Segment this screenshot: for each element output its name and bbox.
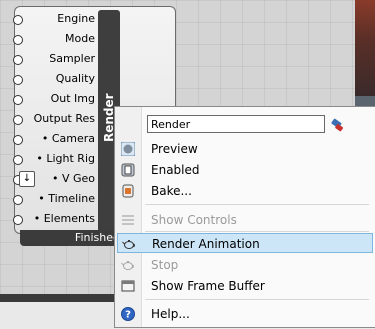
- component-icon: [121, 163, 135, 177]
- input-grip[interactable]: [13, 75, 23, 85]
- canvas-bottom-bar: [0, 294, 132, 302]
- input-grip[interactable]: [13, 135, 23, 145]
- input-grip[interactable]: [13, 115, 23, 125]
- input-label: Quality: [55, 72, 95, 85]
- input-camera[interactable]: • Camera: [13, 129, 95, 149]
- svg-text:?: ?: [125, 310, 131, 321]
- menu-item-label: Show Controls: [151, 213, 237, 227]
- input-label: • Timeline: [38, 192, 95, 205]
- component-name-input[interactable]: [147, 115, 325, 133]
- input-label: Engine: [57, 12, 95, 25]
- menu-item-label: Show Frame Buffer: [151, 279, 265, 293]
- teapot-icon: [122, 240, 135, 249]
- input-grip[interactable]: [13, 35, 23, 45]
- input-timeline[interactable]: • Timeline: [13, 189, 95, 209]
- menu-item-label: Preview: [151, 142, 198, 156]
- input-label: • Light Rig: [36, 152, 95, 165]
- help-icon: ?: [121, 307, 135, 321]
- menu-item-preview[interactable]: Preview: [117, 139, 373, 159]
- input-label: • Camera: [41, 132, 95, 145]
- input-out-img[interactable]: Out Img: [13, 89, 95, 109]
- menu-item-label: Bake...: [151, 184, 192, 198]
- input-grip[interactable]: [13, 15, 23, 25]
- input-engine[interactable]: Engine: [13, 9, 95, 29]
- input-grip[interactable]: [13, 95, 23, 105]
- input-label: Sampler: [49, 52, 95, 65]
- frame-buffer-icon: [121, 280, 135, 292]
- eraser-icon[interactable]: [329, 116, 347, 134]
- menu-item-stop[interactable]: Stop: [117, 255, 373, 275]
- menu-separator: [145, 299, 369, 300]
- sphere-icon: [121, 142, 135, 156]
- menu-item-show-controls[interactable]: Show Controls: [117, 210, 373, 230]
- controls-icon: [122, 215, 134, 225]
- input-grip[interactable]: [13, 215, 23, 225]
- menu-item-label: Render Animation: [152, 237, 260, 251]
- input-label: Out Img: [50, 92, 95, 105]
- menu-item-render-animation[interactable]: Render Animation: [117, 233, 373, 253]
- input-label: Output Res: [33, 112, 95, 125]
- input-label: • Elements: [33, 212, 95, 225]
- input-mode[interactable]: Mode: [13, 29, 95, 49]
- menu-item-show-frame-buffer[interactable]: Show Frame Buffer: [117, 276, 373, 296]
- input-grip[interactable]: [13, 55, 23, 65]
- input-sampler[interactable]: Sampler: [13, 49, 95, 69]
- menu-item-label: Enabled: [151, 163, 200, 177]
- context-menu: Preview Enabled Bake... Show Controls: [114, 106, 375, 328]
- input-quality[interactable]: Quality: [13, 69, 95, 89]
- input-grip[interactable]: [13, 195, 23, 205]
- menu-item-bake[interactable]: Bake...: [117, 181, 373, 201]
- teapot-stop-icon: [121, 261, 134, 270]
- menu-separator: [145, 231, 369, 232]
- menu-separator: [145, 204, 369, 205]
- input-light-rig[interactable]: • Light Rig: [13, 149, 95, 169]
- bake-icon: [122, 184, 134, 198]
- input-output-res[interactable]: Output Res: [13, 109, 95, 129]
- input-label: • V Geo: [51, 172, 95, 185]
- component-status: Finished: [20, 230, 124, 246]
- menu-item-enabled[interactable]: Enabled: [117, 160, 373, 180]
- input-label: Mode: [65, 32, 95, 45]
- menu-item-label: Stop: [151, 258, 179, 272]
- name-row: [147, 115, 363, 135]
- input-grip[interactable]: [13, 155, 23, 165]
- menu-item-help[interactable]: ? Help...: [117, 304, 373, 324]
- menu-item-label: Help...: [151, 307, 190, 321]
- viewport-preview: [355, 0, 375, 96]
- flatten-icon[interactable]: ↓: [19, 171, 35, 187]
- input-elements[interactable]: • Elements: [13, 209, 95, 229]
